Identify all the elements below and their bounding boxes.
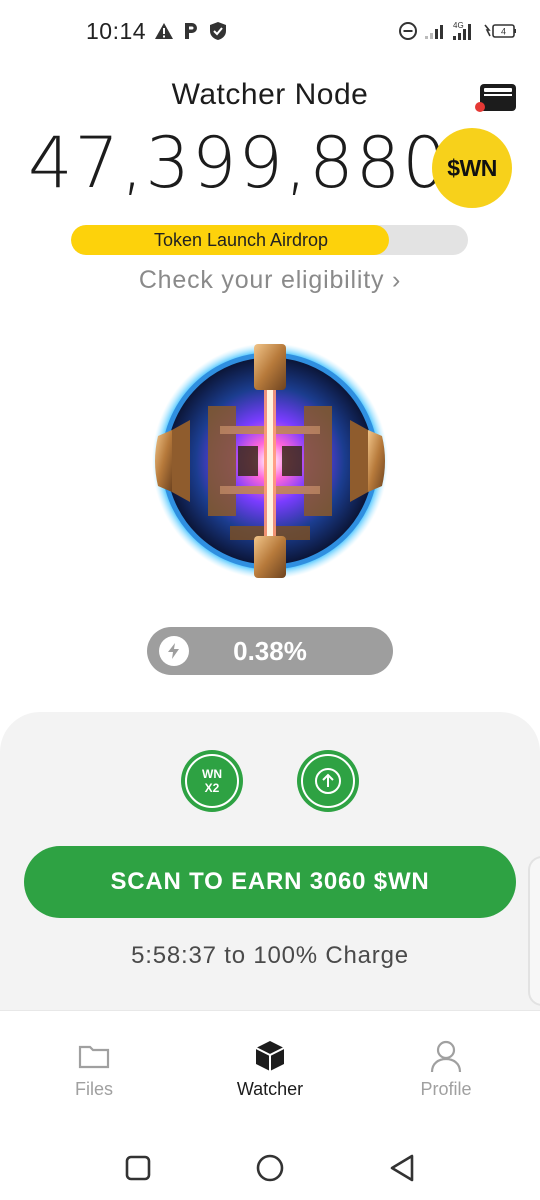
nav-label-profile: Profile bbox=[420, 1079, 472, 1099]
parking-icon bbox=[182, 21, 200, 41]
recents-square-icon bbox=[125, 1155, 151, 1181]
scan-to-earn-button[interactable]: SCAN TO EARN 3060 $WN bbox=[24, 846, 516, 918]
balance-row: 47,399,880 $WN bbox=[0, 122, 540, 208]
boost-label-line2: X2 bbox=[204, 781, 220, 795]
nav-item-watcher[interactable]: Watcher bbox=[200, 1039, 340, 1100]
signal-icon bbox=[424, 22, 446, 40]
edge-panel-handle[interactable] bbox=[528, 856, 540, 1006]
signal-4g-icon: 4G bbox=[452, 20, 476, 42]
person-icon bbox=[430, 1040, 462, 1073]
eligibility-label: Check your eligibility bbox=[138, 266, 385, 294]
balance-value: 47,399,880 bbox=[28, 122, 449, 204]
nav-label-watcher: Watcher bbox=[236, 1079, 304, 1099]
shield-icon bbox=[208, 21, 228, 41]
folder-icon bbox=[78, 1045, 110, 1069]
status-right: 4G 4 bbox=[398, 20, 518, 42]
warning-icon bbox=[154, 22, 174, 40]
svg-text:4: 4 bbox=[501, 27, 506, 37]
svg-text:4G: 4G bbox=[453, 21, 464, 30]
charge-indicator: 0.38% bbox=[147, 627, 393, 675]
battery-icon: 4 bbox=[482, 22, 518, 40]
back-triangle-icon bbox=[390, 1154, 414, 1182]
coin-label: $WN bbox=[447, 154, 497, 181]
wn-coin-icon: $WN bbox=[432, 128, 512, 208]
app-screen: 10:14 4G 4 Watcher Node 47,399,880 $WN T… bbox=[0, 0, 540, 1200]
notification-dot bbox=[475, 102, 485, 112]
watcher-orb-image[interactable] bbox=[150, 336, 390, 586]
arrow-up-icon bbox=[315, 768, 341, 794]
boost-label: WN X2 bbox=[202, 767, 222, 795]
status-bar: 10:14 4G 4 bbox=[0, 0, 540, 62]
airdrop-progress-bar[interactable]: Token Launch Airdrop bbox=[71, 225, 468, 255]
airdrop-label: Token Launch Airdrop bbox=[153, 230, 329, 250]
boost-x2-button[interactable]: WN X2 bbox=[181, 750, 243, 812]
charge-countdown: 5:58:37 to 100% Charge bbox=[131, 942, 409, 969]
nav-label-files: Files bbox=[74, 1079, 113, 1099]
home-button[interactable] bbox=[250, 1148, 290, 1188]
page-title: Watcher Node bbox=[171, 78, 369, 111]
recents-button[interactable] bbox=[118, 1148, 158, 1188]
charge-value: 0.38% bbox=[233, 636, 307, 666]
boost-label-line1: WN bbox=[202, 767, 222, 781]
back-button[interactable] bbox=[382, 1148, 422, 1188]
check-eligibility-link[interactable]: Check your eligibility › bbox=[0, 266, 540, 295]
status-time: 10:14 bbox=[86, 17, 147, 44]
chevron-right-icon: › bbox=[392, 266, 402, 294]
system-nav-bar bbox=[0, 1130, 540, 1200]
upgrade-button[interactable] bbox=[297, 750, 359, 812]
cube-icon bbox=[255, 1041, 285, 1071]
nav-item-profile[interactable]: Profile bbox=[376, 1039, 516, 1100]
status-left: 10:14 bbox=[86, 18, 228, 45]
home-circle-icon bbox=[256, 1154, 284, 1182]
bottom-nav: Files Watcher Profile bbox=[0, 1010, 540, 1120]
dnd-icon bbox=[398, 21, 418, 41]
nav-item-files[interactable]: Files bbox=[24, 1039, 164, 1100]
